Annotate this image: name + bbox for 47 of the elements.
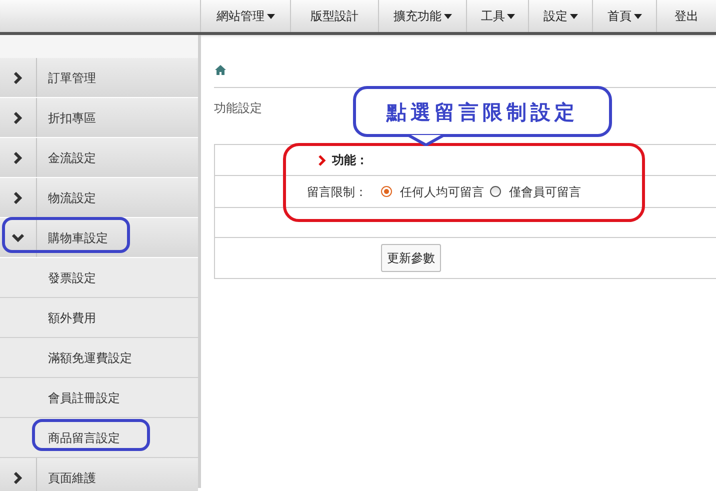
nav-menu-item[interactable]: 網站管理 [200,0,290,32]
nav-menu-item[interactable]: 首頁 [592,0,656,32]
option-label: 僅會員可留言 [509,184,581,200]
radio-option[interactable]: 僅會員可留言 [490,182,581,200]
caret-down-icon [507,14,515,18]
sidebar-group-item[interactable]: 頁面維護 [0,458,198,491]
sidebar-group-item[interactable]: 物流設定 [0,178,198,218]
nav-menu-item[interactable]: 登出 [656,0,716,32]
sidebar-label: 額外費用 [48,310,96,326]
sidebar-sub-item[interactable]: 發票設定 [0,258,198,298]
nav-menu-item[interactable]: 工具 [466,0,528,32]
sidebar-group-item[interactable]: 折扣專區 [0,98,198,138]
field-label: 留言限制： [307,184,367,200]
sidebar-sub-item[interactable]: 商品留言設定 [0,418,198,458]
caret-down-icon [266,14,274,18]
callout-text: 點選留言限制設定 [386,98,578,126]
home-icon[interactable] [215,65,226,75]
sidebar-label: 頁面維護 [48,470,96,486]
sidebar-label: 發票設定 [48,270,96,286]
sidebar-sub-item[interactable]: 會員註冊設定 [0,378,198,418]
radio-button[interactable] [381,186,392,197]
nav-menu-item[interactable]: 版型設計 [290,0,378,32]
update-button[interactable]: 更新參數 [381,244,441,272]
sidebar-label: 金流設定 [48,150,96,166]
caret-down-icon [570,14,578,18]
chevron-right-icon [318,154,326,166]
sidebar-sub-item[interactable]: 滿額免運費設定 [0,338,198,378]
caret-down-icon [634,14,642,18]
sidebar-group-item[interactable]: 購物車設定 [0,218,198,258]
caret-down-icon [444,14,452,18]
sidebar-group-item[interactable]: 金流設定 [0,138,198,178]
radio-option[interactable]: 任何人均可留言 [381,182,484,200]
radio-button[interactable] [490,186,501,197]
sidebar-sub-item[interactable]: 額外費用 [0,298,198,338]
section-heading: 功能： [332,152,368,169]
nav-menu-item[interactable]: 擴充功能 [378,0,466,32]
nav-menu-item[interactable]: 設定 [528,0,592,32]
sidebar-label: 折扣專區 [48,110,96,126]
sidebar-label: 訂單管理 [48,70,96,86]
page-title: 功能設定 [214,100,262,117]
sidebar-label: 購物車設定 [48,230,108,246]
option-label: 任何人均可留言 [400,184,484,200]
sidebar-label: 滿額免運費設定 [48,350,132,366]
sidebar-label: 商品留言設定 [48,430,120,446]
sidebar-label: 物流設定 [48,190,96,206]
sidebar-group-item[interactable]: 訂單管理 [0,58,198,98]
sidebar-label: 會員註冊設定 [48,390,120,406]
